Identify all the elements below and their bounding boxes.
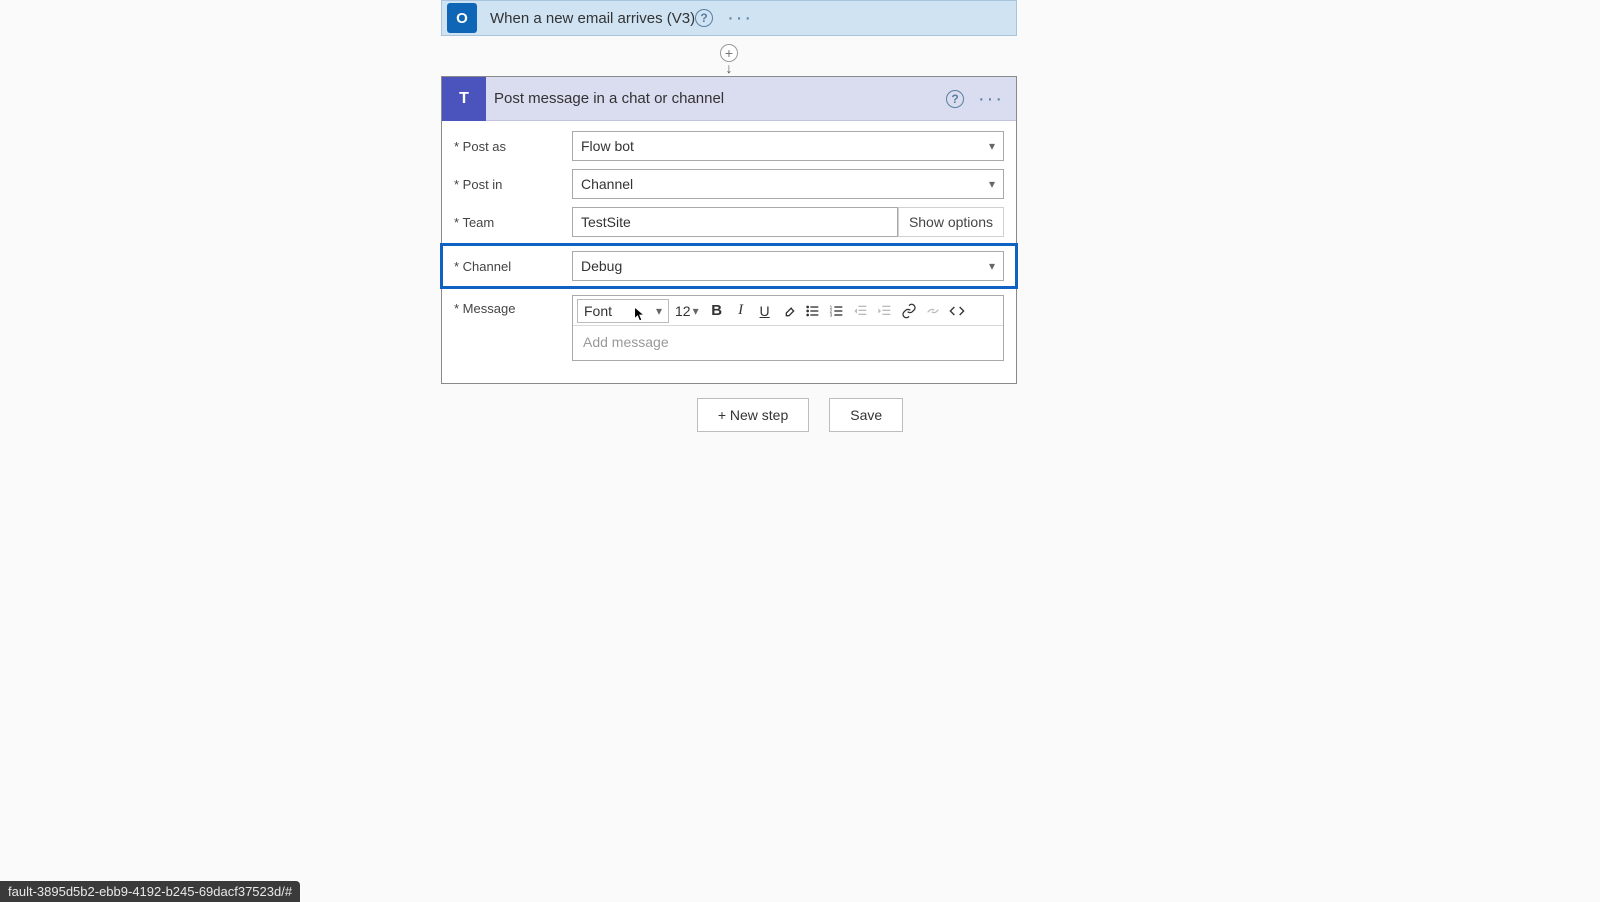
highlighter-icon[interactable] <box>777 299 801 323</box>
font-size-select[interactable]: 12 ▾ <box>675 303 699 319</box>
chevron-down-icon: ▾ <box>989 177 995 191</box>
chevron-down-icon: ▾ <box>989 139 995 153</box>
more-icon[interactable]: ··· <box>727 13 753 23</box>
team-row: Team TestSite Show options <box>454 207 1004 237</box>
bullet-list-icon[interactable] <box>801 299 825 323</box>
team-label: Team <box>454 215 572 230</box>
code-view-icon[interactable] <box>945 299 969 323</box>
caret-down-icon: ▾ <box>693 304 699 318</box>
connector-arrow: + ↓ <box>721 36 737 76</box>
arrow-down-icon: ↓ <box>726 60 733 76</box>
channel-value: Debug <box>581 258 622 274</box>
numbered-list-icon[interactable]: 123 <box>825 299 849 323</box>
italic-icon[interactable]: I <box>729 299 753 323</box>
svg-text:3: 3 <box>829 312 832 317</box>
post-in-select[interactable]: Channel ▾ <box>572 169 1004 199</box>
show-options-button[interactable]: Show options <box>898 207 1004 237</box>
outlook-icon: O <box>442 0 482 36</box>
post-as-select[interactable]: Flow bot ▾ <box>572 131 1004 161</box>
team-value: TestSite <box>581 214 631 230</box>
teams-icon: T <box>442 77 486 121</box>
save-button[interactable]: Save <box>829 398 903 432</box>
indent-icon <box>873 299 897 323</box>
message-input[interactable]: Add message <box>573 326 1003 360</box>
editor-toolbar: Font ▾ 12 ▾ B I U <box>573 296 1003 326</box>
chevron-down-icon: ▾ <box>989 259 995 273</box>
help-icon[interactable]: ? <box>695 9 713 27</box>
post-in-row: Post in Channel ▾ <box>454 169 1004 199</box>
help-icon[interactable]: ? <box>946 90 964 108</box>
font-select[interactable]: Font ▾ <box>577 299 669 323</box>
channel-row: Channel Debug ▾ <box>442 245 1016 287</box>
action-title: Post message in a chat or channel <box>486 90 946 107</box>
channel-label: Channel <box>454 259 572 274</box>
font-size-value: 12 <box>675 303 691 319</box>
message-row: Message Font ▾ 12 ▾ B I U <box>454 295 1004 361</box>
trigger-card[interactable]: O When a new email arrives (V3) ? ··· <box>441 0 1017 36</box>
post-as-value: Flow bot <box>581 138 634 154</box>
post-in-value: Channel <box>581 176 633 192</box>
post-as-label: Post as <box>454 139 572 154</box>
underline-icon[interactable]: U <box>753 299 777 323</box>
new-step-button[interactable]: + New step <box>697 398 809 432</box>
outdent-icon <box>849 299 873 323</box>
status-bar: fault-3895d5b2-ebb9-4192-b245-69dacf3752… <box>0 881 300 902</box>
post-as-row: Post as Flow bot ▾ <box>454 131 1004 161</box>
unlink-icon <box>921 299 945 323</box>
action-card-header[interactable]: T Post message in a chat or channel ? ··… <box>442 77 1016 121</box>
link-icon[interactable] <box>897 299 921 323</box>
font-label: Font <box>584 303 612 319</box>
message-label: Message <box>454 295 572 316</box>
team-select[interactable]: TestSite <box>572 207 898 237</box>
trigger-title: When a new email arrives (V3) <box>482 10 695 27</box>
more-icon[interactable]: ··· <box>978 94 1004 104</box>
message-editor: Font ▾ 12 ▾ B I U <box>572 295 1004 361</box>
channel-select[interactable]: Debug ▾ <box>572 251 1004 281</box>
footer-actions: + New step Save <box>0 398 1600 432</box>
post-in-label: Post in <box>454 177 572 192</box>
action-card: T Post message in a chat or channel ? ··… <box>441 76 1017 384</box>
bold-icon[interactable]: B <box>705 299 729 323</box>
caret-down-icon: ▾ <box>656 304 662 318</box>
